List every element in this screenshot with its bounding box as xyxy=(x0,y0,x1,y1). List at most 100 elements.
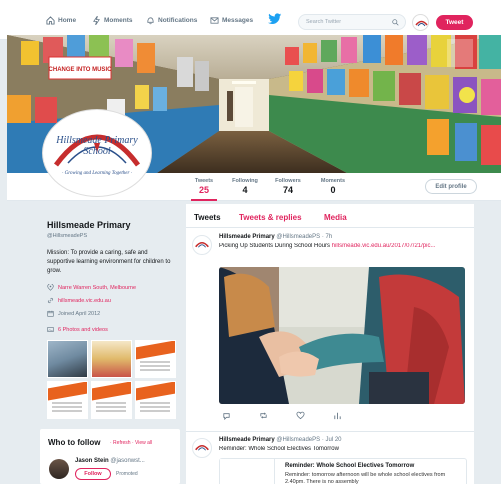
tweet[interactable]: Hillsmeade Primary @HillsmeadePS · Jul 2… xyxy=(186,432,474,484)
profile-handle: @HillsmeadePS xyxy=(47,233,88,239)
stat-followers[interactable]: Followers 74 xyxy=(269,178,307,195)
tweet-text: Picking Up Students During School Hours … xyxy=(219,243,469,249)
holding-hands-photo xyxy=(219,267,465,404)
tweet[interactable]: Hillsmeade Primary @HillsmeadePS · 7h Pi… xyxy=(186,229,474,432)
photos-and-videos-link[interactable]: 6 Photos and videos xyxy=(47,326,108,333)
stat-tweets[interactable]: Tweets 25 xyxy=(191,178,217,201)
profile-location: Narre Warren South, Melbourne xyxy=(47,284,136,291)
media-thumbnail[interactable] xyxy=(135,340,176,378)
media-thumbnail[interactable] xyxy=(91,340,132,378)
profile-joined-text: Joined April 2012 xyxy=(58,310,101,317)
edit-profile-button[interactable]: Edit profile xyxy=(425,179,477,194)
calendar-icon xyxy=(47,310,54,317)
bell-icon xyxy=(147,16,154,24)
tweet-header: Hillsmeade Primary @HillsmeadePS · Jul 2… xyxy=(219,437,342,443)
logo-title: Hillsmeade Primary School xyxy=(56,135,138,157)
stat-followers-label: Followers xyxy=(275,178,301,184)
timeline-tabs: Tweets Tweets & replies Media xyxy=(186,204,474,228)
tweet-author-name[interactable]: Hillsmeade Primary xyxy=(219,234,275,240)
twitter-bird-icon[interactable] xyxy=(268,13,282,25)
school-logo-icon xyxy=(415,20,428,27)
tweet-button[interactable]: Tweet xyxy=(436,15,473,30)
link-card-thumbnail xyxy=(220,459,275,484)
stat-following[interactable]: Following 4 xyxy=(228,178,262,195)
like-icon[interactable] xyxy=(296,411,305,420)
suggested-account-display-name: Jason Stein xyxy=(75,458,109,464)
account-avatar[interactable] xyxy=(412,14,429,31)
media-thumbnail[interactable] xyxy=(91,381,132,419)
search-placeholder: Search Twitter xyxy=(306,19,342,25)
nav-notifications-label: Notifications xyxy=(158,16,198,24)
photos-and-videos-label: 6 Photos and videos xyxy=(58,326,108,333)
follow-button[interactable]: Follow xyxy=(75,468,111,480)
lightning-icon xyxy=(93,15,100,25)
stat-following-label: Following xyxy=(232,178,258,184)
avatar[interactable] xyxy=(192,438,212,458)
link-icon xyxy=(47,297,54,304)
nav-home-label: Home xyxy=(58,16,77,24)
nav-messages[interactable]: Messages xyxy=(210,13,253,27)
profile-avatar[interactable]: Hillsmeade Primary School · Growing and … xyxy=(43,110,151,196)
tweet-actions xyxy=(222,411,342,420)
photo-icon xyxy=(47,327,54,332)
location-pin-icon xyxy=(47,284,54,291)
stat-followers-value: 74 xyxy=(282,185,293,195)
suggested-account-handle: @jasonwst... xyxy=(110,458,145,464)
tweet-author-handle: @HillsmeadePS · Jul 20 xyxy=(276,437,342,443)
who-to-follow-links[interactable]: · Refresh · View all xyxy=(110,440,152,446)
reply-icon[interactable] xyxy=(222,411,231,420)
nav-moments[interactable]: Moments xyxy=(92,13,133,27)
profile-joined: Joined April 2012 xyxy=(47,310,100,317)
timeline: Tweets Tweets & replies Media Hillsmeade… xyxy=(186,204,474,484)
tweet-author-name[interactable]: Hillsmeade Primary xyxy=(219,437,275,443)
nav-messages-label: Messages xyxy=(222,16,254,24)
home-icon xyxy=(46,15,55,25)
tweet-header: Hillsmeade Primary @HillsmeadePS · 7h xyxy=(219,234,332,240)
tweet-author-handle: @HillsmeadePS · 7h xyxy=(276,234,333,240)
top-navigation: Home Moments Notifications Messages Sear… xyxy=(0,0,501,40)
logo-tagline: · Growing and Learning Together · xyxy=(62,171,132,176)
promoted-label: Promoted xyxy=(116,471,138,477)
tweet-link-card[interactable]: Reminder: Whole School Electives Tomorro… xyxy=(219,458,467,484)
tab-tweets-and-replies[interactable]: Tweets & replies xyxy=(239,213,302,222)
nav-home[interactable]: Home xyxy=(46,13,76,27)
profile-website: hillsmeade.vic.edu.au xyxy=(47,297,111,304)
who-to-follow-card: Who to follow · Refresh · View all Jason… xyxy=(40,429,180,484)
analytics-icon[interactable] xyxy=(333,411,342,420)
banner-sign-text: CHANGE INTO MUSIC xyxy=(49,67,113,73)
tab-tweets[interactable]: Tweets xyxy=(194,213,221,222)
nav-moments-label: Moments xyxy=(104,16,133,24)
search-input[interactable]: Search Twitter xyxy=(298,14,406,30)
media-thumbnail[interactable] xyxy=(47,340,88,378)
tweet-image[interactable] xyxy=(219,267,465,404)
media-thumbnail[interactable] xyxy=(135,381,176,419)
stat-moments-value: 0 xyxy=(330,185,336,195)
tweet-body: Picking Up Students During School Hours xyxy=(219,243,332,249)
stat-tweets-label: Tweets xyxy=(194,178,214,184)
profile-website-link[interactable]: hillsmeade.vic.edu.au xyxy=(58,298,111,304)
school-logo-icon xyxy=(195,444,209,451)
school-logo-icon xyxy=(195,241,209,248)
link-card-title: Reminder: Whole School Electives Tomorro… xyxy=(285,463,415,469)
stat-tweets-value: 25 xyxy=(198,185,209,195)
stat-following-value: 4 xyxy=(242,185,248,195)
stat-moments-label: Moments xyxy=(320,178,346,184)
media-thumbnail-grid xyxy=(47,340,176,419)
tweet-link[interactable]: hillsmeade.vic.edu.au/2017/07/21/pic... xyxy=(332,243,436,249)
profile-bio: Mission: To provide a caring, safe and s… xyxy=(47,250,171,274)
link-card-description: Reminder: tomorrow afternoon will be who… xyxy=(285,472,446,484)
avatar[interactable] xyxy=(192,235,212,255)
nav-notifications[interactable]: Notifications xyxy=(146,13,197,27)
search-icon xyxy=(392,19,399,26)
avatar[interactable] xyxy=(49,459,69,479)
retweet-icon[interactable] xyxy=(259,411,268,420)
profile-name[interactable]: Hillsmeade Primary xyxy=(47,220,131,230)
media-thumbnail[interactable] xyxy=(47,381,88,419)
envelope-icon xyxy=(210,16,219,24)
profile-location-text[interactable]: Narre Warren South, Melbourne xyxy=(58,285,136,291)
who-to-follow-title: Who to follow xyxy=(48,438,101,447)
suggested-account-name[interactable]: Jason Stein @jasonwst... xyxy=(75,458,145,464)
stat-moments[interactable]: Moments 0 xyxy=(316,178,350,195)
tweet-text: Reminder: Whole School Electives Tomorro… xyxy=(219,446,339,452)
tab-media[interactable]: Media xyxy=(324,213,347,222)
